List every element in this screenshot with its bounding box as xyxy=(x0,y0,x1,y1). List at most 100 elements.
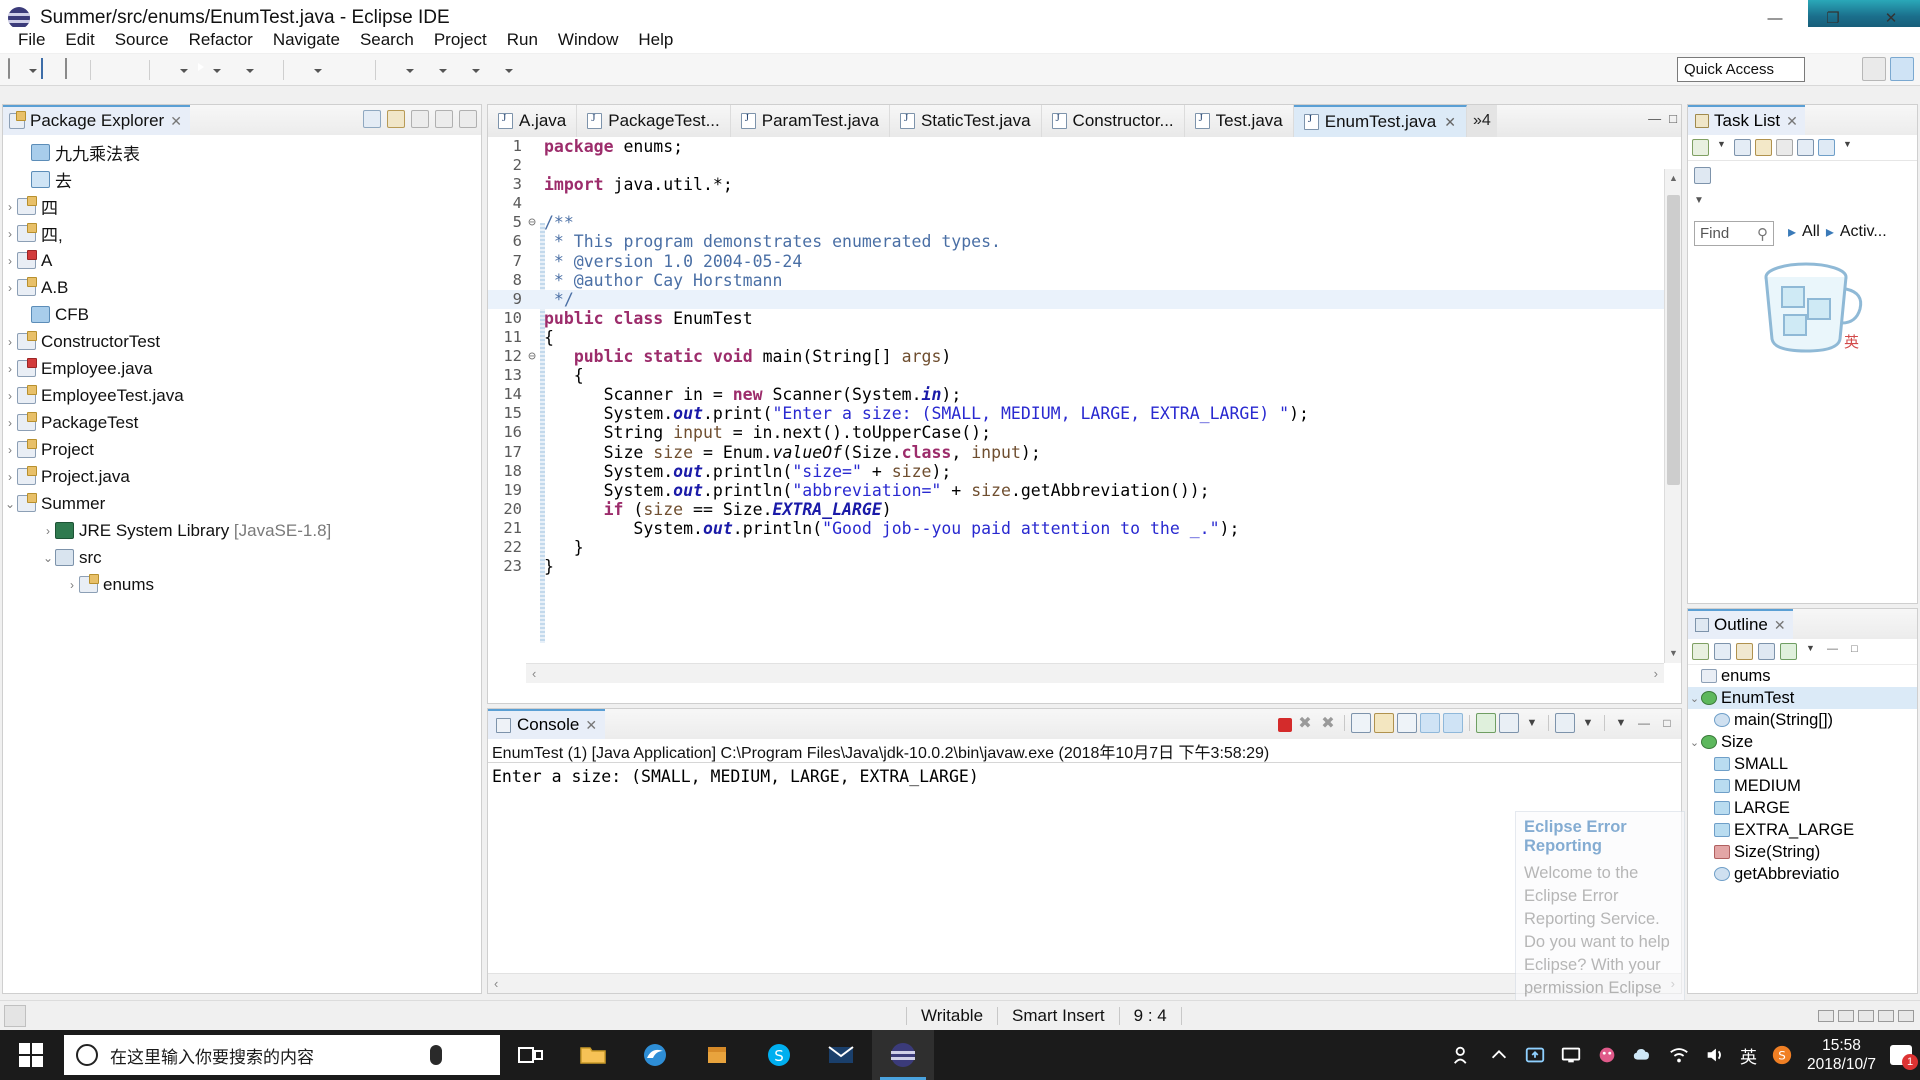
schedule-icon[interactable] xyxy=(1755,139,1772,156)
minimize-editor-icon[interactable]: — xyxy=(1648,111,1661,126)
editor-tab-test-java[interactable]: Test.java xyxy=(1185,105,1294,137)
minimize-console-icon[interactable]: — xyxy=(1634,713,1654,733)
start-button[interactable] xyxy=(0,1030,62,1080)
new-file-dropdown-icon[interactable] xyxy=(28,59,37,81)
expand-twisty-icon[interactable]: › xyxy=(3,362,17,376)
tab-outline[interactable]: Outline ✕ xyxy=(1688,609,1793,639)
onedrive-icon[interactable] xyxy=(1632,1044,1654,1066)
code-line[interactable]: 9 */ xyxy=(488,289,1681,309)
tree-item--[interactable]: ›去 xyxy=(3,166,481,193)
store-button[interactable] xyxy=(686,1030,748,1080)
open-perspective-icon[interactable] xyxy=(1862,57,1886,81)
focus-on-workweek-icon[interactable] xyxy=(1776,139,1793,156)
show-hidden-icons-icon[interactable] xyxy=(1488,1044,1510,1066)
status-mini-icon[interactable] xyxy=(1898,1009,1914,1022)
tab-task-list[interactable]: Task List ✕ xyxy=(1688,105,1805,135)
next-annotation-dropdown-icon[interactable] xyxy=(438,59,447,81)
close-icon[interactable]: ✕ xyxy=(1774,617,1786,634)
save-icon[interactable] xyxy=(38,57,60,81)
editor-tab-a-java[interactable]: A.java xyxy=(488,105,578,137)
close-icon[interactable]: ✕ xyxy=(1786,113,1798,130)
menu-project[interactable]: Project xyxy=(424,28,497,52)
new-task-icon[interactable] xyxy=(1692,139,1709,156)
previous-annotation-dropdown-icon[interactable] xyxy=(405,59,414,81)
outline-item-extra-large[interactable]: EXTRA_LARGE xyxy=(1688,819,1917,841)
code-line[interactable]: 2 xyxy=(488,156,1681,175)
run-dropdown-icon[interactable] xyxy=(212,59,221,81)
expand-twisty-icon[interactable]: › xyxy=(3,443,17,457)
sogou-input-icon[interactable]: S xyxy=(1771,1044,1793,1066)
forward-dropdown-icon[interactable] xyxy=(504,59,513,81)
volume-icon[interactable] xyxy=(1704,1044,1726,1066)
status-mini-icon[interactable] xyxy=(1818,1009,1834,1022)
mail-button[interactable] xyxy=(810,1030,872,1080)
console-dropdown2-icon[interactable]: ▼ xyxy=(1578,713,1598,733)
show-console-on-output-icon[interactable] xyxy=(1420,713,1440,733)
code-line[interactable]: 18 System.out.println("size=" + size); xyxy=(488,462,1681,481)
onedrive-upload-icon[interactable] xyxy=(1524,1044,1546,1066)
collapse-all-icon[interactable] xyxy=(1797,139,1814,156)
code-line[interactable]: 21 System.out.println("Good job--you pai… xyxy=(488,519,1681,538)
collapse-twisty-icon[interactable]: ⌄ xyxy=(3,497,17,511)
pin-console-icon[interactable] xyxy=(1476,713,1496,733)
new-class-dropdown-icon[interactable] xyxy=(313,59,322,81)
editor-vertical-scrollbar[interactable]: ▲ ▼ xyxy=(1664,169,1681,663)
code-line[interactable]: 19 System.out.println("abbreviation=" + … xyxy=(488,481,1681,500)
search-icon[interactable]: ⚲ xyxy=(1757,225,1768,243)
outline-item-main-string-[interactable]: main(String[]) xyxy=(1688,709,1917,731)
editor-tab-packagetest-[interactable]: PackageTest... xyxy=(577,105,731,137)
maximize-outline-icon[interactable]: □ xyxy=(1846,643,1863,660)
antivirus-icon[interactable] xyxy=(1596,1044,1618,1066)
tree-item-constructortest[interactable]: › ConstructorTest xyxy=(3,328,481,355)
menu-source[interactable]: Source xyxy=(105,28,179,52)
view-menu-icon[interactable]: ▼ xyxy=(1839,139,1856,156)
task-scope-active[interactable]: Activ... xyxy=(1840,223,1887,241)
build-icon[interactable] xyxy=(97,59,119,81)
vertical-scroll-thumb[interactable] xyxy=(1667,195,1680,485)
code-line[interactable]: 13 { xyxy=(488,366,1681,385)
perspective-java-icon[interactable] xyxy=(1890,57,1914,81)
code-line[interactable]: 6 * This program demonstrates enumerated… xyxy=(488,232,1681,251)
tree-item-enums[interactable]: › enums xyxy=(3,571,481,598)
tree-item-cfb[interactable]: ›CFB xyxy=(3,301,481,328)
menu-run[interactable]: Run xyxy=(497,28,548,52)
outline-item-medium[interactable]: MEDIUM xyxy=(1688,775,1917,797)
scroll-left-icon[interactable]: ‹ xyxy=(532,666,536,681)
word-wrap-icon[interactable] xyxy=(1397,713,1417,733)
console-output[interactable]: Enter a size: (SMALL, MEDIUM, LARGE, EXT… xyxy=(488,763,1681,786)
network-icon[interactable] xyxy=(1668,1044,1690,1066)
code-line[interactable]: 10 public class EnumTest xyxy=(488,309,1681,328)
link-with-editor-icon[interactable] xyxy=(387,110,405,128)
microphone-icon[interactable] xyxy=(430,1045,442,1065)
maximize-editor-icon[interactable]: □ xyxy=(1669,111,1677,126)
menu-help[interactable]: Help xyxy=(628,28,683,52)
close-icon[interactable]: ✕ xyxy=(1444,114,1456,131)
expand-twisty-icon[interactable]: › xyxy=(65,578,79,592)
new-task-dropdown-icon[interactable]: ▼ xyxy=(1713,139,1730,156)
minimize-view-icon[interactable] xyxy=(435,110,453,128)
maximize-console-icon[interactable]: □ xyxy=(1657,713,1677,733)
editor-tab-constructor-[interactable]: Constructor... xyxy=(1042,105,1185,137)
sort-icon[interactable] xyxy=(1714,643,1731,660)
scroll-left-icon[interactable]: ‹ xyxy=(494,976,498,991)
console-dropdown-icon[interactable]: ▼ xyxy=(1522,713,1542,733)
editor-tab-enumtest-java[interactable]: EnumTest.java ✕ xyxy=(1293,105,1467,137)
code-line[interactable]: 4 xyxy=(488,194,1681,213)
collapse-all-icon[interactable] xyxy=(363,110,381,128)
tab-console[interactable]: Console ✕ xyxy=(488,709,606,739)
tree-item--[interactable]: › 四, xyxy=(3,220,481,247)
remove-launch-icon[interactable]: ✖ xyxy=(1295,713,1315,733)
taskbar-search-input[interactable]: 在这里输入你要搜索的内容 xyxy=(64,1035,500,1075)
expand-twisty-icon[interactable]: › xyxy=(3,200,17,214)
tree-item--[interactable]: › 四 xyxy=(3,193,481,220)
maximize-view-icon[interactable] xyxy=(459,110,477,128)
status-mini-icon[interactable] xyxy=(1858,1009,1874,1022)
menu-refactor[interactable]: Refactor xyxy=(179,28,263,52)
tree-item-employeetest.java[interactable]: › EmployeeTest.java xyxy=(3,382,481,409)
debug-icon[interactable] xyxy=(156,59,178,81)
show-console-on-error-icon[interactable] xyxy=(1443,713,1463,733)
tree-item-project.java[interactable]: › Project.java xyxy=(3,463,481,490)
outline-item-size[interactable]: ⌄ Size xyxy=(1688,731,1917,753)
view-menu-icon[interactable]: ▼ xyxy=(1802,643,1819,660)
code-line[interactable]: 20 if (size == Size.EXTRA_LARGE) xyxy=(488,500,1681,519)
